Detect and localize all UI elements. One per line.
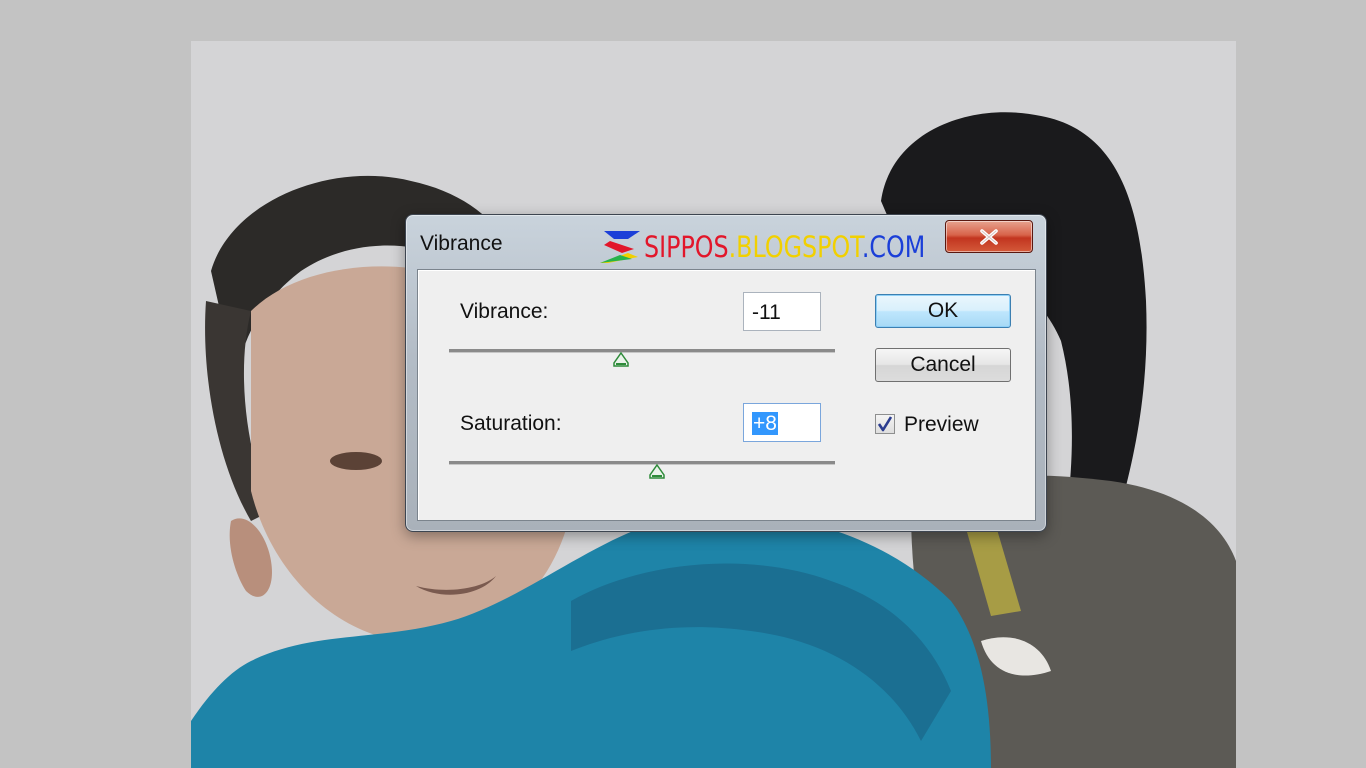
vibrance-slider-track[interactable] [449, 349, 835, 353]
saturation-label: Saturation: [460, 412, 562, 435]
close-icon [980, 228, 998, 245]
vibrance-input[interactable]: -11 [743, 292, 821, 331]
title-bar[interactable]: Vibrance SIPPOS.BLOGSPOT.COM [406, 215, 1046, 267]
vibrance-label: Vibrance: [460, 300, 549, 323]
dialog-body: Vibrance: -11 Saturation: +8 OK Cancel P… [417, 269, 1036, 521]
saturation-slider-track[interactable] [449, 461, 835, 465]
vibrance-value: -11 [752, 301, 781, 324]
watermark-logo: SIPPOS.BLOGSPOT.COM [598, 229, 925, 265]
preview-label[interactable]: Preview [904, 413, 979, 437]
watermark-text: SIPPOS.BLOGSPOT.COM [644, 230, 925, 264]
watermark-part-1: SIPPOS [644, 230, 729, 264]
close-button[interactable] [945, 220, 1033, 253]
vibrance-dialog: Vibrance SIPPOS.BLOGSPOT.COM Vibrance: -… [405, 214, 1047, 532]
saturation-value-selected: +8 [752, 412, 778, 435]
preview-checkbox[interactable] [875, 414, 895, 434]
watermark-part-2: .BLOGSPOT [728, 230, 862, 264]
watermark-part-3: .COM [861, 230, 926, 264]
cancel-button[interactable]: Cancel [875, 348, 1011, 382]
vibrance-slider-thumb[interactable] [612, 352, 630, 368]
checkmark-icon [877, 416, 893, 432]
ok-button[interactable]: OK [875, 294, 1011, 328]
watermark-s-icon [600, 231, 640, 263]
saturation-slider-thumb[interactable] [648, 464, 666, 480]
saturation-input[interactable]: +8 [743, 403, 821, 442]
dialog-title: Vibrance [420, 232, 503, 255]
